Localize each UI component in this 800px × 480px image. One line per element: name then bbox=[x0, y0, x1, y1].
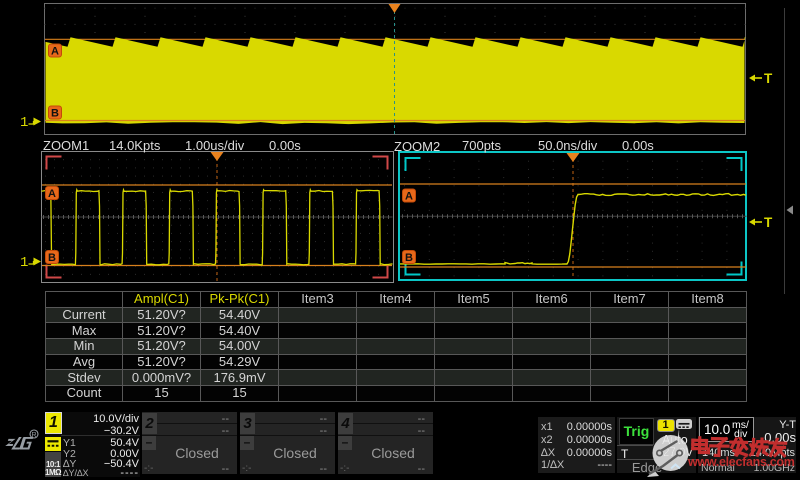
svg-text:A: A bbox=[51, 46, 59, 58]
svg-text:T: T bbox=[764, 71, 773, 86]
svg-text:A: A bbox=[405, 191, 413, 203]
svg-text:B: B bbox=[405, 252, 413, 264]
svg-text:A: A bbox=[48, 188, 56, 200]
svg-text:T: T bbox=[764, 215, 773, 230]
svg-text:1: 1 bbox=[20, 255, 28, 271]
svg-text:R: R bbox=[31, 432, 36, 439]
svg-text:B: B bbox=[48, 252, 56, 264]
svg-text:B: B bbox=[51, 108, 59, 120]
svg-text:1: 1 bbox=[20, 115, 28, 131]
